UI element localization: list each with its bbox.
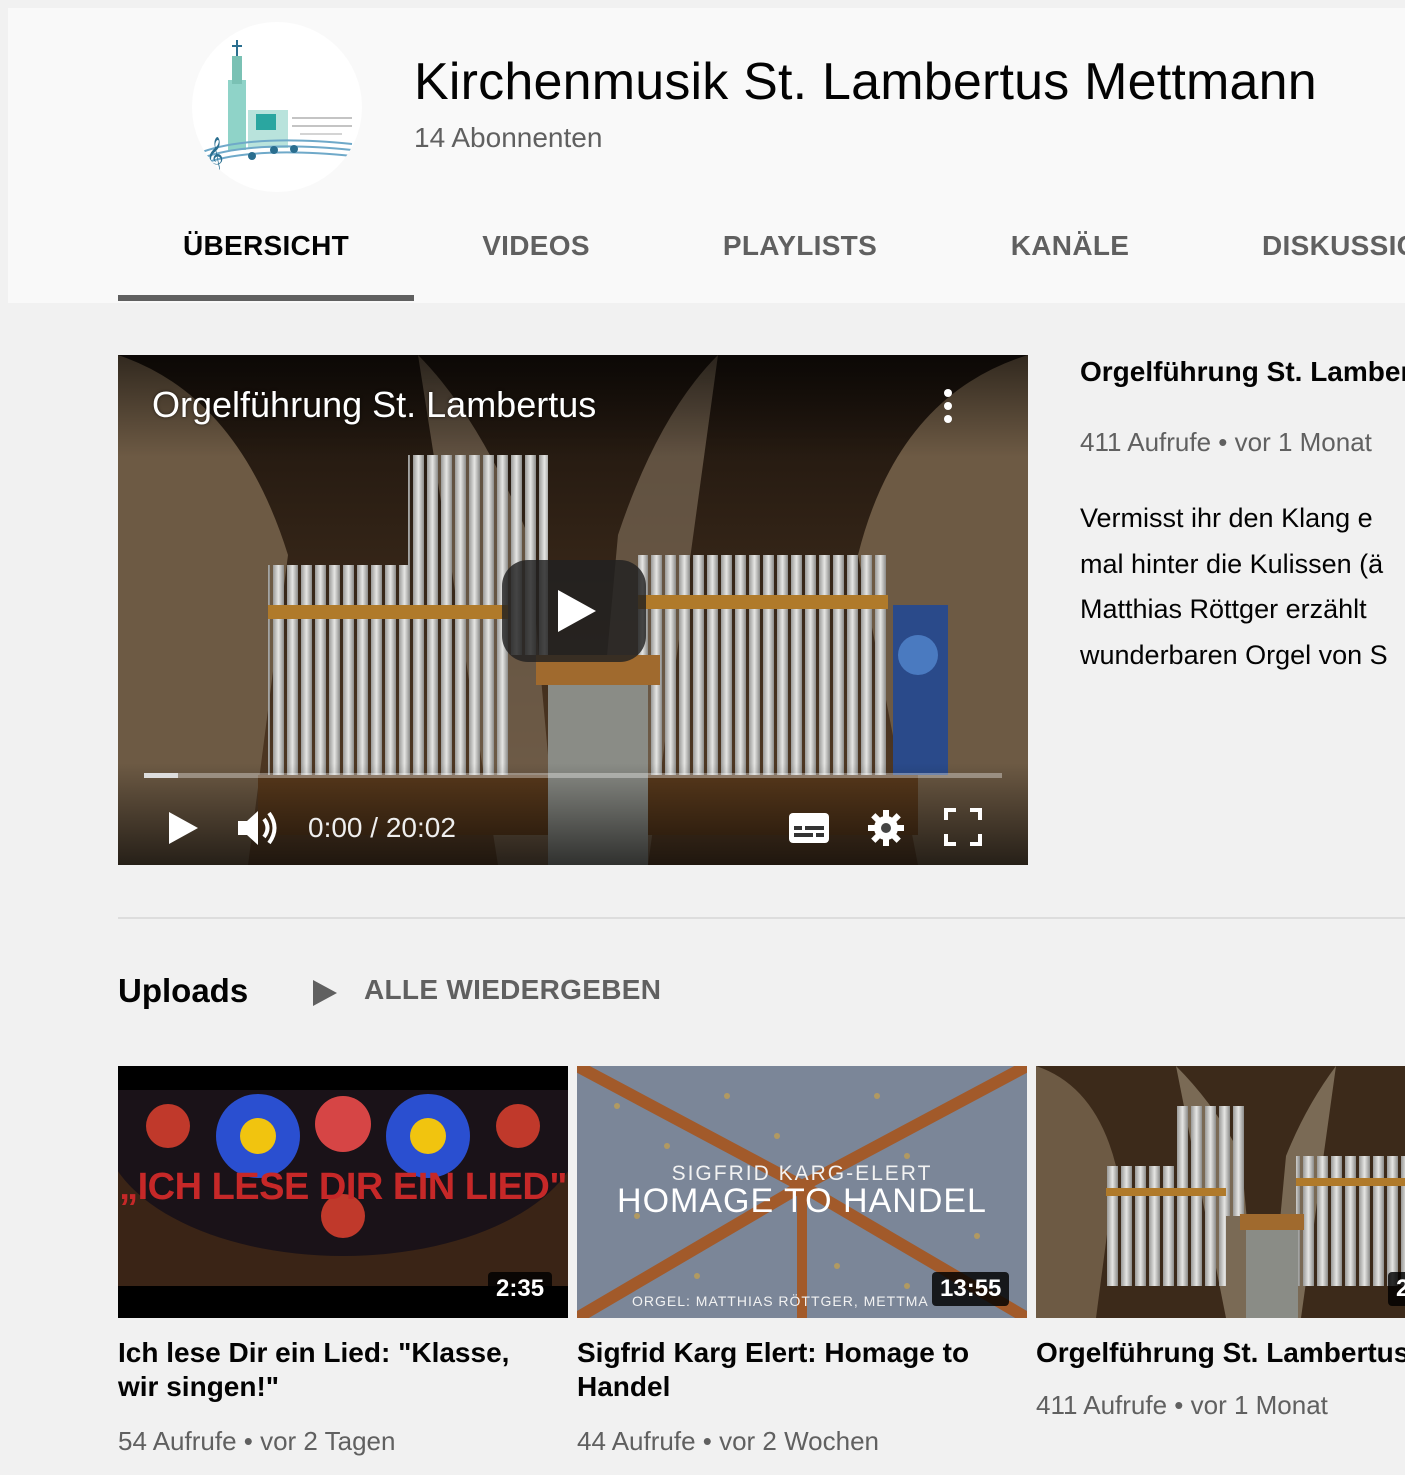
video-title-line: Sigfrid Karg Elert: Homage to (577, 1337, 970, 1368)
subtitles-icon[interactable] (788, 812, 830, 844)
tab-channels[interactable]: KANÄLE (980, 230, 1160, 262)
thumbnail-credit: ORGEL: MATTHIAS RÖTTGER, METTMA (632, 1293, 929, 1309)
channel-avatar[interactable]: 𝄞 (192, 22, 362, 192)
video-title[interactable]: Orgelführung St. Lambertus (1036, 1336, 1405, 1370)
thumbnail-piece-title: HOMAGE TO HANDEL (617, 1182, 987, 1220)
big-play-icon (558, 590, 596, 632)
tab-playlists[interactable]: PLAYLISTS (690, 230, 910, 262)
big-play-button[interactable] (502, 560, 646, 662)
play-all-button[interactable] (310, 972, 340, 1012)
featured-video-meta: 411 Aufrufe • vor 1 Monat (1080, 427, 1372, 457)
video-thumbnail[interactable] (1036, 1066, 1405, 1318)
featured-description-line: Matthias Röttger erzählt (1080, 594, 1367, 624)
video-title-line: Handel (577, 1371, 671, 1402)
time-display: 0:00 / 20:02 (308, 812, 456, 843)
video-meta: 411 Aufrufe • vor 1 Monat (1036, 1390, 1328, 1420)
channel-logo: 𝄞 (201, 40, 356, 173)
video-meta: 44 Aufrufe • vor 2 Wochen (577, 1426, 880, 1456)
video-duration: 2:35 (488, 1272, 553, 1306)
featured-video-title[interactable]: Orgelführung St. Lamber (1080, 356, 1405, 388)
video-duration: 2 (1388, 1272, 1405, 1306)
player-video-title[interactable]: Orgelführung St. Lambertus (152, 384, 596, 426)
thumbnail-art (1036, 1066, 1405, 1318)
featured-description-line: Vermisst ihr den Klang e (1080, 503, 1373, 533)
kebab-menu-icon[interactable] (936, 385, 960, 429)
section-divider (118, 917, 1405, 919)
featured-description-line: mal hinter die Kulissen (ä (1080, 549, 1384, 579)
play-all-label[interactable]: ALLE WIEDERGEBEN (364, 974, 661, 1006)
play-all-icon (313, 980, 337, 1006)
fullscreen-icon[interactable] (944, 808, 982, 846)
active-tab-indicator (118, 295, 414, 301)
video-duration: 13:55 (932, 1272, 1010, 1306)
subscriber-count: 14 Abonnenten (414, 122, 603, 153)
video-meta: 54 Aufrufe • vor 2 Tagen (118, 1426, 396, 1456)
progress-fill (144, 773, 178, 778)
progress-bar[interactable] (144, 773, 1002, 778)
video-card[interactable]: 2 Orgelführung St. Lambertus 411 Aufrufe… (1036, 1066, 1405, 1475)
video-title[interactable]: Sigfrid Karg Elert: Homage to Handel (577, 1336, 1017, 1404)
settings-gear-icon[interactable] (866, 808, 906, 848)
volume-icon[interactable] (236, 808, 282, 848)
tab-videos[interactable]: VIDEOS (450, 230, 622, 262)
play-icon[interactable] (166, 810, 200, 846)
video-title-line: wir singen!" (118, 1371, 280, 1402)
tab-discussion[interactable]: DISKUSSIC (1262, 230, 1405, 262)
featured-description-line: wunderbaren Orgel von S (1080, 640, 1388, 670)
thumbnail-caption: „ICH LESE DIR EIN LIED" (119, 1166, 567, 1208)
tab-overview[interactable]: ÜBERSICHT (118, 230, 414, 262)
video-title-line: Ich lese Dir ein Lied: "Klasse, (118, 1337, 510, 1368)
channel-title: Kirchenmusik St. Lambertus Mettmann (414, 53, 1317, 111)
uploads-title[interactable]: Uploads (118, 972, 248, 1010)
video-title[interactable]: Ich lese Dir ein Lied: "Klasse, wir sing… (118, 1336, 558, 1404)
